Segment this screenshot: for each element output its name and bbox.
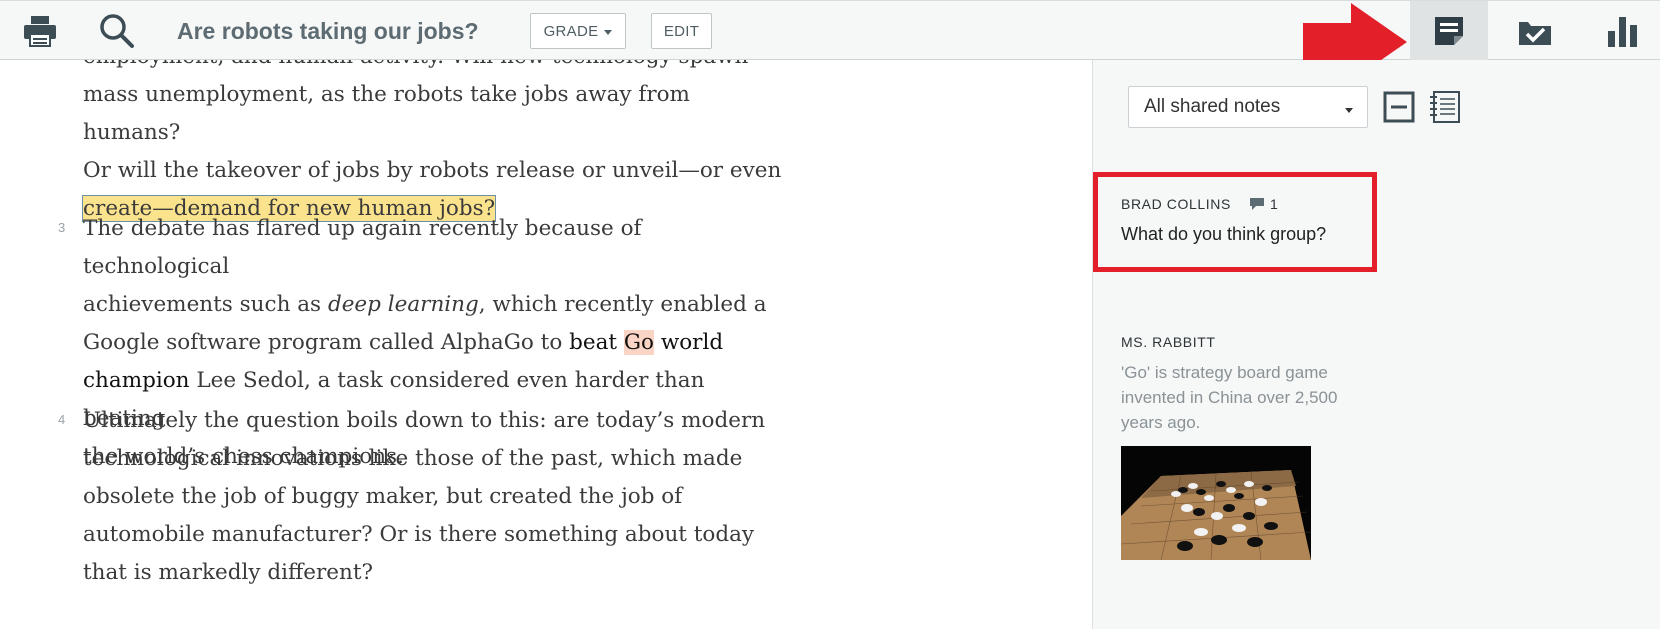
reply-count[interactable]: 1 (1249, 196, 1278, 212)
inbox-check-icon (1519, 21, 1551, 45)
paragraph-4: Ultimately the question boils down to th… (83, 402, 783, 592)
notes-filter-select[interactable]: All shared notes (1128, 86, 1368, 128)
notebook-icon[interactable] (1428, 90, 1462, 124)
text-line: automobile manufacturer? Or is there som… (83, 522, 755, 547)
notes-icon (1435, 16, 1463, 45)
grade-dropdown-button[interactable]: GRADE (530, 13, 626, 49)
note-text[interactable]: 'Go' is strategy board game invented in … (1121, 360, 1371, 435)
text-line: The debate has flared up again recently … (83, 216, 642, 279)
salmon-highlight[interactable]: Go (623, 330, 654, 355)
assignment-tab[interactable] (1496, 1, 1574, 60)
stats-tab[interactable] (1584, 1, 1660, 60)
text-line: obsolete the job of buggy maker, but cre… (83, 484, 683, 509)
notes-filter-value: All shared notes (1144, 96, 1281, 117)
edit-button[interactable]: EDIT (651, 13, 712, 49)
paragraph-number: 4 (58, 412, 66, 427)
grade-label: GRADE (543, 22, 599, 40)
text-line: Ultimately the question boils down to th… (83, 408, 766, 433)
cut-off-line: employment, and human activity. Will new… (83, 60, 783, 76)
text-line: mass unemployment, as the robots take jo… (83, 82, 690, 145)
reading-pane: employment, and human activity. Will new… (0, 60, 1092, 629)
printer-icon[interactable] (20, 11, 60, 51)
text-line: achievements such as deep learning, whic… (83, 292, 767, 317)
page-title: Are robots taking our jobs? (177, 18, 479, 44)
note-author: MS. RABBITT (1121, 334, 1216, 350)
note-highlight-annotation (1093, 172, 1377, 272)
note-text[interactable]: What do you think group? (1121, 224, 1326, 245)
toolbar: Are robots taking our jobs? GRADE EDIT (0, 0, 1660, 60)
go-board-image[interactable] (1121, 446, 1311, 560)
text-line: technological innovations like those of … (83, 446, 743, 471)
collapse-all-icon[interactable] (1382, 90, 1416, 124)
notes-panel: All shared notes BRAD COLLINS 1 What do … (1092, 60, 1660, 629)
chevron-down-icon (604, 29, 613, 35)
paragraph-2: mass unemployment, as the robots take jo… (81, 76, 783, 228)
text-line: Google software program called AlphaGo t… (83, 330, 724, 355)
notes-tab[interactable] (1410, 1, 1488, 60)
italic-term: deep learning (327, 292, 479, 317)
text-line: that is markedly different? (83, 560, 374, 585)
text-line: Or will the takeover of jobs by robots r… (83, 158, 782, 183)
chevron-down-icon (1345, 108, 1353, 113)
bar-chart-icon (1608, 16, 1637, 47)
note-author: BRAD COLLINS (1121, 196, 1231, 212)
comment-icon (1250, 198, 1264, 210)
search-icon[interactable] (97, 11, 137, 51)
paragraph-number: 3 (58, 220, 66, 235)
